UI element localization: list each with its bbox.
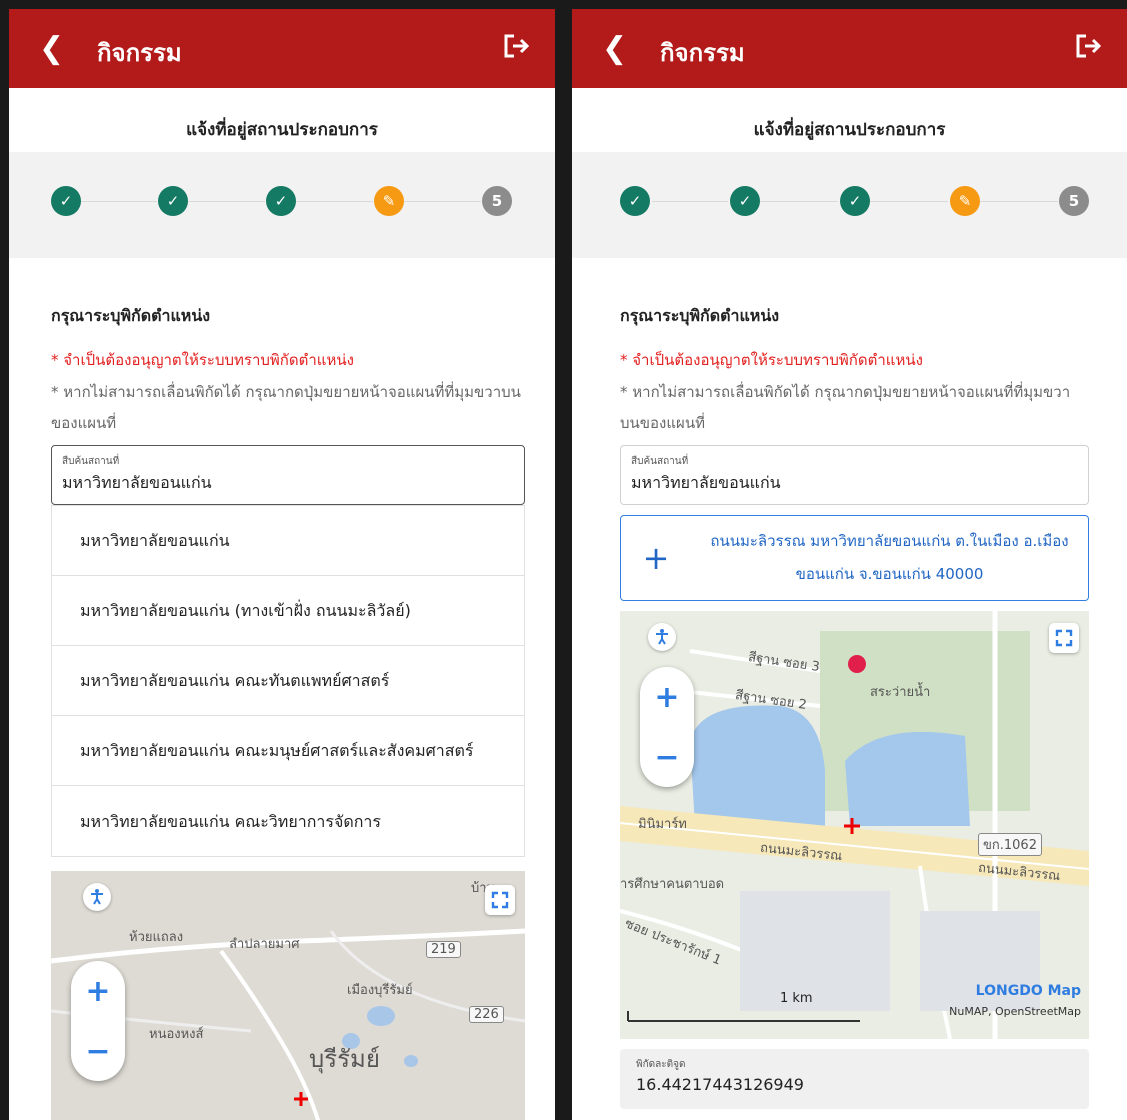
zoom-control: + − (640, 667, 694, 787)
suggestion-item[interactable]: มหาวิทยาลัยขอนแก่น (ทางเข้าฝั่ง ถนนมะลิว… (52, 576, 524, 646)
zoom-control: + − (71, 961, 125, 1081)
search-input[interactable]: สืบค้นสถานที่ มหาวิทยาลัยขอนแก่น (620, 445, 1089, 505)
step-1-check-icon: ✓ (51, 186, 81, 216)
step-connector (187, 201, 265, 202)
zoom-out-button[interactable]: − (85, 1034, 110, 1069)
suggestion-item[interactable]: มหาวิทยาลัยขอนแก่น (52, 506, 524, 576)
map-label: บุรีรัมย์ (309, 1045, 380, 1073)
step-4-pencil-icon: ✎ (374, 186, 404, 216)
step-2-check-icon: ✓ (158, 186, 188, 216)
map-label: เมืองบุรีรัมย์ (347, 983, 413, 998)
search-input[interactable]: สืบค้นสถานที่ มหาวิทยาลัยขอนแก่น (51, 445, 525, 505)
back-icon[interactable]: ❮ (602, 31, 627, 66)
hint-note: * หากไม่สามารถเลื่อนพิกัดได้ กรุณากดปุ่ม… (51, 383, 521, 432)
suggestion-item[interactable]: มหาวิทยาลัยขอนแก่น คณะทันตแพทย์ศาสตร์ (52, 646, 524, 716)
step-4-pencil-icon: ✎ (950, 186, 980, 216)
map-attribution: NuMAP, OpenStreetMap (949, 1005, 1081, 1018)
app-header: ❮ กิจกรรม (572, 9, 1127, 88)
fullscreen-icon[interactable] (485, 885, 515, 915)
hint-note: * หากไม่สามารถเลื่อนพิกัดได้ กรุณากดปุ่ม… (620, 383, 1071, 432)
step-2-check-icon: ✓ (730, 186, 760, 216)
longdo-logo: LONGDO Map (975, 983, 1081, 999)
map-view[interactable]: สีฐาน ซอย 3 สีฐาน ซอย 2 สระว่ายน้ำ มินิม… (620, 611, 1089, 1039)
search-label: สืบค้นสถานที่ (62, 456, 120, 467)
suggestion-item[interactable]: มหาวิทยาลัยขอนแก่น คณะมนุษย์ศาสตร์และสัง… (52, 716, 524, 786)
required-note: * จำเป็นต้องอนุญาตให้ระบบทราบพิกัดตำแหน่… (51, 351, 354, 369)
zoom-in-button[interactable]: + (85, 974, 110, 1009)
step-connector (870, 201, 948, 202)
map-label: ารศึกษาคนตาบอด (620, 877, 725, 892)
latitude-field[interactable]: พิกัดละติจูด 16.44217443126949 (620, 1049, 1089, 1109)
map-roads (620, 611, 1089, 1039)
step-connector (980, 201, 1058, 202)
plus-icon: + (642, 539, 670, 577)
search-value[interactable]: มหาวิทยาลัยขอนแก่น (631, 471, 1078, 496)
latitude-value: 16.44217443126949 (636, 1075, 804, 1094)
map-view[interactable]: ห้วยแถลง ลำปลายมาศ 219 เมืองบุรีรัมย์ 22… (51, 871, 525, 1120)
search-value[interactable]: มหาวิทยาลัยขอนแก่น (62, 471, 514, 496)
section-title: กรุณาระบุพิกัดตำแหน่ง (51, 306, 211, 325)
suggestion-item[interactable]: มหาวิทยาลัยขอนแก่น คณะวิทยาการจัดการ (52, 786, 524, 856)
suggestion-list: มหาวิทยาลัยขอนแก่น มหาวิทยาลัยขอนแก่น (ท… (51, 505, 525, 857)
screen-search-suggestions: ❮ กิจกรรม แจ้งที่อยู่สถานประกอบการ ✓ ✓ ✓… (9, 9, 555, 1120)
add-address-button[interactable]: + ถนนมะลิวรรณ มหาวิทยาลัยขอนแก่น ต.ในเมื… (620, 515, 1089, 601)
logout-icon[interactable] (501, 31, 531, 61)
step-connector (652, 201, 728, 202)
progress-stepper: ✓ ✓ ✓ ✎ 5 (572, 152, 1127, 258)
step-1-check-icon: ✓ (620, 186, 650, 216)
latitude-label: พิกัดละติจูด (636, 1059, 686, 1070)
step-3-check-icon: ✓ (266, 186, 296, 216)
map-label: หนองหงส์ (149, 1027, 204, 1042)
step-title: แจ้งที่อยู่สถานประกอบการ (753, 120, 946, 140)
step-5: 5 (482, 186, 512, 216)
step-connector (81, 201, 157, 202)
step-connector (760, 201, 838, 202)
step-3-check-icon: ✓ (840, 186, 870, 216)
search-label: สืบค้นสถานที่ (631, 456, 689, 467)
back-icon[interactable]: ❮ (39, 31, 64, 66)
map-label: ห้วยแถลง (129, 930, 184, 945)
app-header: ❮ กิจกรรม (9, 9, 555, 88)
zoom-out-button[interactable]: − (654, 740, 679, 775)
zoom-in-button[interactable]: + (654, 680, 679, 715)
fullscreen-icon[interactable] (1049, 623, 1079, 653)
logout-icon[interactable] (1073, 31, 1103, 61)
map-label: มินิมาร์ท (638, 817, 687, 832)
accessibility-icon[interactable] (83, 883, 111, 911)
map-label: 219 (426, 941, 461, 958)
address-text: ถนนมะลิวรรณ มหาวิทยาลัยขอนแก่น ต.ในเมือง… (710, 532, 1069, 583)
step-connector (295, 201, 373, 202)
section-title: กรุณาระบุพิกัดตำแหน่ง (620, 306, 780, 325)
map-label: ขก.1062 (978, 833, 1042, 856)
step-connector (403, 201, 481, 202)
map-label: 226 (469, 1006, 504, 1023)
page-title: กิจกรรม (660, 39, 745, 67)
scale-label: 1 km (780, 991, 813, 1006)
screen-address-selected: ❮ กิจกรรม แจ้งที่อยู่สถานประกอบการ ✓ ✓ ✓… (572, 9, 1127, 1120)
progress-stepper: ✓ ✓ ✓ ✎ 5 (9, 152, 555, 258)
step-5: 5 (1059, 186, 1089, 216)
page-title: กิจกรรม (97, 39, 182, 67)
map-label: สระว่ายน้ำ (870, 685, 931, 700)
step-title: แจ้งที่อยู่สถานประกอบการ (186, 120, 378, 140)
map-label: ลำปลายมาศ (229, 937, 300, 952)
required-note: * จำเป็นต้องอนุญาตให้ระบบทราบพิกัดตำแหน่… (620, 351, 923, 369)
accessibility-icon[interactable] (648, 623, 676, 651)
